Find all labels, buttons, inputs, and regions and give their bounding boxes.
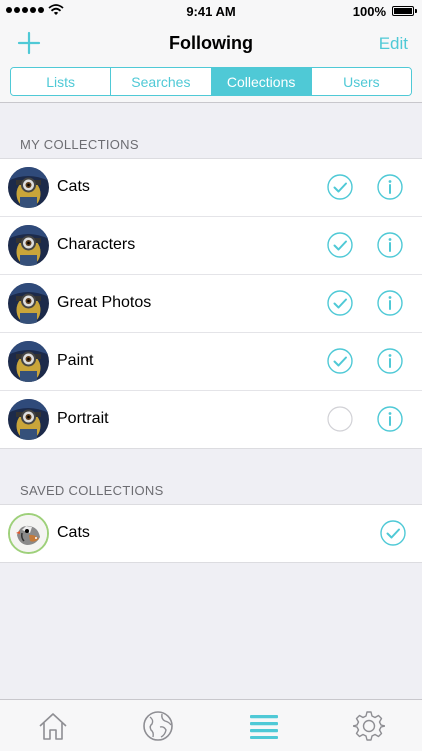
segment-collections[interactable]: Collections <box>212 68 312 95</box>
tab-settings[interactable] <box>317 700 422 751</box>
checkmark-circle-icon[interactable] <box>380 520 406 546</box>
collection-name: Characters <box>57 236 135 254</box>
segmented-control: Lists Searches Collections Users <box>10 67 412 96</box>
collection-name: Cats <box>57 524 90 542</box>
home-icon <box>37 711 69 741</box>
status-bar: 9:41 AM 100% <box>0 0 422 22</box>
tab-bar <box>0 699 422 751</box>
saved-collections-list: Cats <box>0 504 422 563</box>
tab-following[interactable] <box>211 700 317 751</box>
segment-lists[interactable]: Lists <box>11 68 111 95</box>
saved-collection-avatar <box>8 513 49 554</box>
collection-avatar <box>8 167 49 208</box>
edit-button[interactable]: Edit <box>379 34 408 54</box>
collection-avatar <box>8 283 49 324</box>
collection-row-cats[interactable]: Cats <box>0 159 422 217</box>
my-collections-list: Cats Characters <box>0 158 422 449</box>
info-icon[interactable] <box>377 406 403 432</box>
collection-row-portrait[interactable]: Portrait <box>0 391 422 448</box>
info-icon[interactable] <box>377 232 403 258</box>
checkmark-circle-icon[interactable] <box>327 348 353 374</box>
empty-circle-icon[interactable] <box>327 406 353 432</box>
tab-explore[interactable] <box>106 700 212 751</box>
battery-percentage: 100% <box>353 4 386 19</box>
checkmark-circle-icon[interactable] <box>327 232 353 258</box>
info-icon[interactable] <box>377 174 403 200</box>
collection-avatar <box>8 341 49 382</box>
saved-collections-header: SAVED COLLECTIONS <box>20 483 164 498</box>
page-title: Following <box>0 33 422 54</box>
collection-avatar <box>8 225 49 266</box>
globe-icon <box>142 710 174 742</box>
navigation-bar: Following Edit Lists Searches Collection… <box>0 22 422 103</box>
collection-row-great-photos[interactable]: Great Photos <box>0 275 422 333</box>
collection-name: Great Photos <box>57 294 151 312</box>
segment-searches[interactable]: Searches <box>111 68 211 95</box>
checkmark-circle-icon[interactable] <box>327 174 353 200</box>
collection-avatar <box>8 399 49 440</box>
collection-name: Cats <box>57 178 90 196</box>
checkmark-circle-icon[interactable] <box>327 290 353 316</box>
info-icon[interactable] <box>377 290 403 316</box>
settings-icon <box>353 710 385 742</box>
my-collections-header: MY COLLECTIONS <box>20 137 139 152</box>
battery-icon <box>392 6 414 16</box>
menu-icon <box>248 713 280 739</box>
collection-row-characters[interactable]: Characters <box>0 217 422 275</box>
saved-collection-row-cats[interactable]: Cats <box>0 505 422 562</box>
collection-row-paint[interactable]: Paint <box>0 333 422 391</box>
tab-home[interactable] <box>0 700 106 751</box>
collection-name: Paint <box>57 352 93 370</box>
collection-name: Portrait <box>57 410 109 428</box>
segment-users[interactable]: Users <box>312 68 411 95</box>
info-icon[interactable] <box>377 348 403 374</box>
